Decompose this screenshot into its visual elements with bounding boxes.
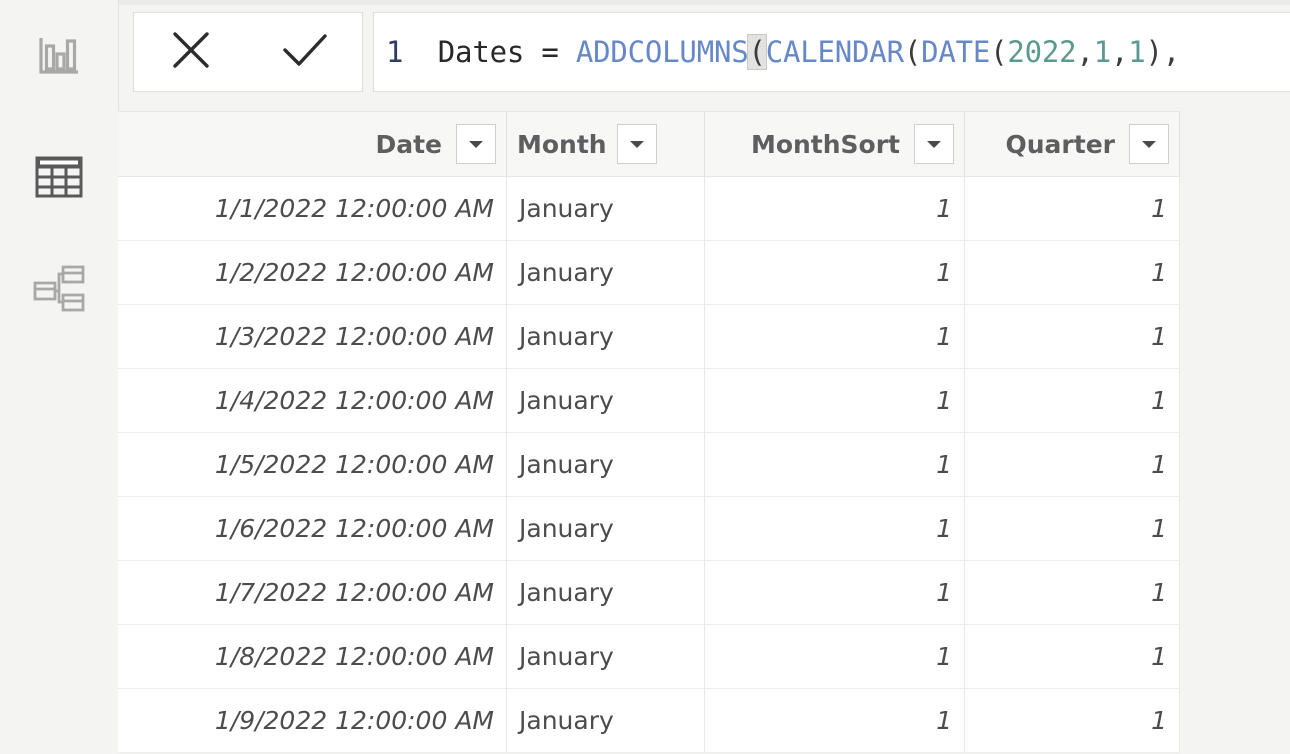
table-row[interactable]: 1/5/2022 12:00:00 AM January 1 1 — [118, 433, 1180, 497]
formula-confirm-group — [133, 12, 363, 92]
dax-expression[interactable]: 1 Dates = ADDCOLUMNS(CALENDAR(DATE(2022,… — [374, 34, 1181, 70]
dax-token-14: ) — [1145, 35, 1163, 69]
filter-dropdown-button-month[interactable] — [616, 124, 657, 164]
table-cell-date[interactable]: 1/3/2022 12:00:00 AM — [118, 305, 507, 369]
column-header-date[interactable]: Date — [118, 112, 507, 176]
power-bi-data-view: 1 Dates = ADDCOLUMNS(CALENDAR(DATE(2022,… — [0, 0, 1290, 754]
table-cell-month[interactable]: January — [507, 369, 705, 433]
table-cell-month[interactable]: January — [507, 241, 705, 305]
table-cell-monthsort[interactable]: 1 — [705, 433, 965, 497]
table-cell-monthsort[interactable]: 1 — [705, 177, 965, 241]
table-cell-quarter[interactable]: 1 — [965, 433, 1180, 497]
accept-button[interactable] — [261, 17, 349, 87]
data-grid-inner: Date Month MonthSort Quarter 1/1/2022 12:00… — [118, 111, 1180, 753]
table-cell-month[interactable]: January — [507, 497, 705, 561]
table-cell-monthsort[interactable]: 1 — [705, 305, 965, 369]
table-cell-date[interactable]: 1/2/2022 12:00:00 AM — [118, 241, 507, 305]
model-icon — [33, 264, 85, 314]
table-cell-quarter[interactable]: 1 — [965, 241, 1180, 305]
table-cell-month[interactable]: January — [507, 433, 705, 497]
table-cell-month[interactable]: January — [507, 305, 705, 369]
table-cell-month[interactable]: January — [507, 625, 705, 689]
table-cell-monthsort[interactable]: 1 — [705, 369, 965, 433]
table-cell-quarter[interactable]: 1 — [965, 369, 1180, 433]
table-cell-monthsort[interactable]: 1 — [705, 625, 965, 689]
column-header-label: MonthSort — [750, 129, 900, 159]
column-header-month[interactable]: Month — [507, 112, 705, 176]
table-cell-month[interactable]: January — [507, 177, 705, 241]
table-row[interactable]: 1/2/2022 12:00:00 AM January 1 1 — [118, 241, 1180, 305]
table-row[interactable]: 1/8/2022 12:00:00 AM January 1 1 — [118, 625, 1180, 689]
dax-token-1 — [403, 35, 438, 69]
chevron-down-icon — [925, 135, 943, 154]
table-cell-date[interactable]: 1/1/2022 12:00:00 AM — [118, 177, 507, 241]
table-cell-monthsort[interactable]: 1 — [705, 561, 965, 625]
filter-dropdown-button-monthsort[interactable] — [914, 124, 954, 164]
table-cell-date[interactable]: 1/9/2022 12:00:00 AM — [118, 689, 507, 753]
table-cell-month[interactable]: January — [507, 689, 705, 753]
sidebar-item-model[interactable] — [0, 246, 118, 332]
dax-token-2: Dates = — [437, 35, 576, 69]
table-cell-month[interactable]: January — [507, 561, 705, 625]
filter-dropdown-button-date[interactable] — [456, 124, 496, 164]
checkmark-icon — [276, 23, 334, 81]
table-header-row: Date Month MonthSort Quarter — [118, 111, 1180, 177]
view-switcher-rail — [0, 0, 119, 754]
table-cell-quarter[interactable]: 1 — [965, 497, 1180, 561]
table-row[interactable]: 1/6/2022 12:00:00 AM January 1 1 — [118, 497, 1180, 561]
dax-token-13: 1 — [1128, 35, 1146, 69]
table-icon — [34, 154, 84, 200]
column-header-label: Month — [517, 129, 607, 159]
close-icon — [164, 23, 218, 81]
table-cell-date[interactable]: 1/8/2022 12:00:00 AM — [118, 625, 507, 689]
column-header-monthsort[interactable]: MonthSort — [705, 112, 965, 176]
dax-token-6: ( — [903, 35, 922, 69]
dax-token-7: DATE — [921, 35, 991, 69]
table-cell-monthsort[interactable]: 1 — [705, 689, 965, 753]
dax-formula-bar[interactable]: 1 Dates = ADDCOLUMNS(CALENDAR(DATE(2022,… — [373, 12, 1290, 92]
dax-token-3: ADDCOLUMNS — [575, 35, 749, 69]
cancel-button[interactable] — [147, 17, 235, 87]
sidebar-item-data[interactable] — [0, 134, 118, 220]
table-row[interactable]: 1/1/2022 12:00:00 AM January 1 1 — [118, 177, 1180, 241]
column-header-quarter[interactable]: Quarter — [965, 112, 1180, 176]
chevron-down-icon — [628, 135, 646, 154]
data-grid: Date Month MonthSort Quarter 1/1/2022 12:00… — [118, 111, 1290, 754]
table-row[interactable]: 1/9/2022 12:00:00 AM January 1 1 — [118, 689, 1180, 753]
table-body: 1/1/2022 12:00:00 AM January 1 1 1/2/2022 12… — [118, 177, 1180, 753]
table-cell-date[interactable]: 1/6/2022 12:00:00 AM — [118, 497, 507, 561]
filter-dropdown-button-quarter[interactable] — [1129, 124, 1169, 164]
bar-chart-icon — [36, 32, 82, 78]
dax-token-12: , — [1110, 35, 1129, 69]
table-cell-quarter[interactable]: 1 — [965, 177, 1180, 241]
sidebar-item-report[interactable] — [0, 12, 118, 98]
table-cell-monthsort[interactable]: 1 — [705, 497, 965, 561]
table-cell-quarter[interactable]: 1 — [965, 625, 1180, 689]
window-top-strip — [0, 0, 1290, 5]
chevron-down-icon — [1140, 135, 1158, 154]
dax-token-11: 1 — [1093, 35, 1111, 69]
dax-token-10: , — [1076, 35, 1094, 69]
dax-token-4: ( — [747, 34, 767, 70]
table-cell-quarter[interactable]: 1 — [965, 305, 1180, 369]
dax-token-0: 1 — [386, 35, 404, 69]
table-cell-monthsort[interactable]: 1 — [705, 241, 965, 305]
table-cell-date[interactable]: 1/4/2022 12:00:00 AM — [118, 369, 507, 433]
table-row[interactable]: 1/4/2022 12:00:00 AM January 1 1 — [118, 369, 1180, 433]
table-cell-quarter[interactable]: 1 — [965, 561, 1180, 625]
table-cell-date[interactable]: 1/5/2022 12:00:00 AM — [118, 433, 507, 497]
table-row[interactable]: 1/3/2022 12:00:00 AM January 1 1 — [118, 305, 1180, 369]
dax-token-8: ( — [990, 35, 1008, 69]
dax-token-15: , — [1162, 35, 1181, 69]
table-cell-quarter[interactable]: 1 — [965, 689, 1180, 753]
column-header-label: Date — [375, 129, 442, 159]
dax-token-9: 2022 — [1007, 35, 1077, 69]
chevron-down-icon — [467, 135, 485, 154]
table-row[interactable]: 1/7/2022 12:00:00 AM January 1 1 — [118, 561, 1180, 625]
table-cell-date[interactable]: 1/7/2022 12:00:00 AM — [118, 561, 507, 625]
column-header-label: Quarter — [1005, 129, 1116, 159]
dax-token-5: CALENDAR — [765, 35, 904, 69]
